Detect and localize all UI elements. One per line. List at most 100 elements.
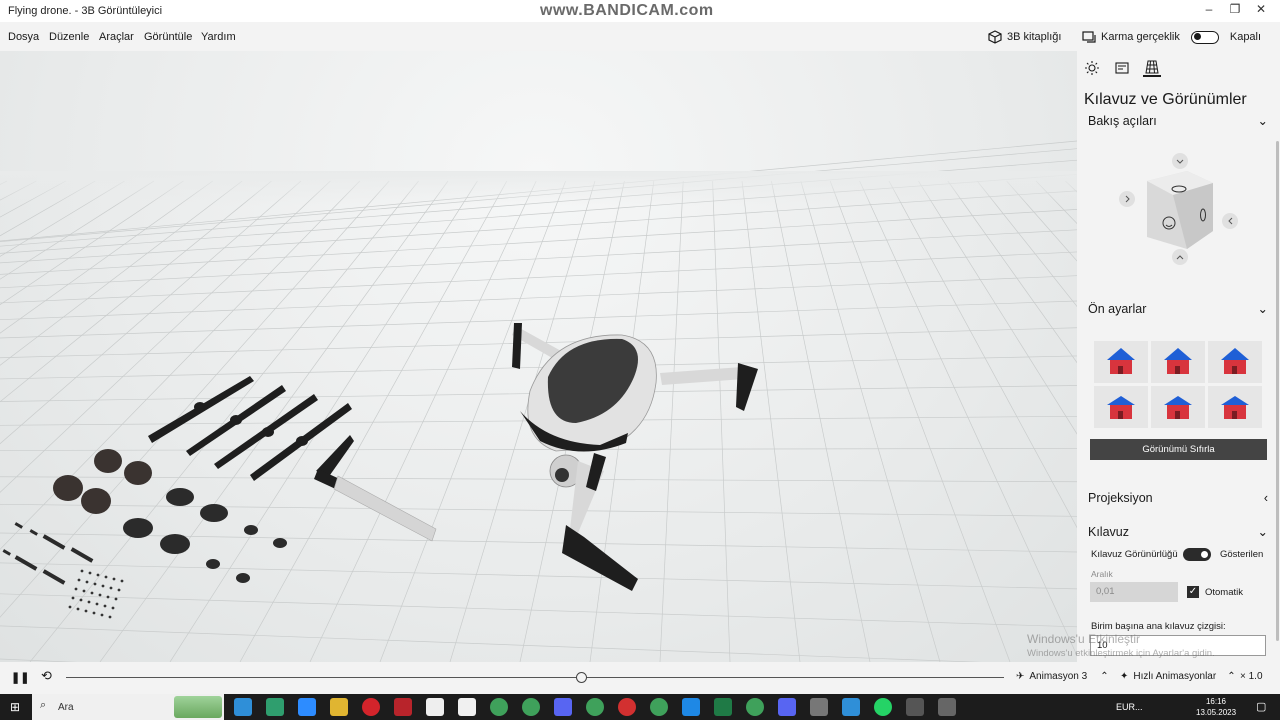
menu-file[interactable]: Dosya bbox=[8, 31, 39, 43]
screw-dot bbox=[71, 596, 75, 600]
panel-scrollbar[interactable] bbox=[1276, 141, 1279, 641]
chrome-icon[interactable] bbox=[746, 698, 764, 716]
preset-front[interactable] bbox=[1151, 341, 1205, 383]
3d-viewport[interactable] bbox=[0, 51, 1077, 662]
chrome-icon[interactable] bbox=[522, 698, 540, 716]
preset-top-left[interactable] bbox=[1094, 386, 1148, 428]
section-presets[interactable]: Ön ayarlar ⌄ bbox=[1088, 301, 1268, 317]
close-button[interactable]: ✕ bbox=[1238, 2, 1280, 20]
timeline-track[interactable] bbox=[66, 677, 1004, 678]
chevron-up-icon: ⌃ bbox=[1227, 671, 1236, 682]
library-button[interactable]: 3B kitaplığı bbox=[988, 27, 1061, 47]
cube-icon bbox=[988, 30, 1002, 44]
view-cube[interactable] bbox=[1117, 151, 1247, 271]
search-placeholder: Ara bbox=[58, 702, 74, 713]
screw-dot bbox=[93, 582, 97, 586]
spacing-input[interactable]: 0,01 bbox=[1090, 582, 1178, 602]
tab-grid-views[interactable] bbox=[1143, 59, 1161, 77]
opera-icon[interactable] bbox=[362, 698, 380, 716]
quick-animations-button[interactable]: ✦ Hızlı Animasyonlar ⌃ bbox=[1120, 671, 1236, 682]
grid-line bbox=[0, 625, 982, 662]
quick-animations-label: Hızlı Animasyonlar bbox=[1133, 671, 1217, 682]
timeline-thumb[interactable] bbox=[575, 672, 587, 683]
preset-top[interactable] bbox=[1151, 386, 1205, 428]
app-icon[interactable] bbox=[906, 698, 924, 716]
loop-icon[interactable]: ⟲ bbox=[41, 668, 52, 684]
excel-icon[interactable] bbox=[714, 698, 732, 716]
mixed-reality-toggle[interactable] bbox=[1190, 30, 1219, 44]
chrome-icon[interactable] bbox=[490, 698, 508, 716]
start-icon[interactable]: ⊞ bbox=[10, 700, 20, 714]
auto-checkbox[interactable]: ✓ bbox=[1187, 586, 1199, 598]
search-icon: ⌕ bbox=[40, 699, 47, 711]
animation-icon: ✈ bbox=[1016, 671, 1025, 682]
motor-group bbox=[53, 449, 152, 514]
file-icon[interactable] bbox=[426, 698, 444, 716]
menu-edit[interactable]: Düzenle bbox=[49, 31, 89, 43]
discord-icon[interactable] bbox=[554, 698, 572, 716]
tab-stats[interactable] bbox=[1113, 59, 1131, 77]
grid-visibility-state: Gösterilen bbox=[1220, 549, 1264, 560]
zoom-icon[interactable] bbox=[298, 698, 316, 716]
menu-view[interactable]: Görüntüle bbox=[144, 31, 192, 43]
pause-icon[interactable]: ❚❚ bbox=[11, 671, 29, 684]
preset-front-left[interactable] bbox=[1094, 341, 1148, 383]
chrome-icon[interactable] bbox=[650, 698, 668, 716]
notification-icon[interactable]: ▢ bbox=[1256, 700, 1266, 713]
scene-canvas bbox=[0, 140, 1077, 662]
edge-icon[interactable] bbox=[234, 698, 252, 716]
tab-lighting[interactable] bbox=[1083, 59, 1101, 77]
red-app-icon[interactable] bbox=[394, 698, 412, 716]
screw-dot bbox=[79, 598, 83, 602]
3d-viewer-icon[interactable] bbox=[938, 698, 956, 716]
view-cube-icon bbox=[1119, 153, 1238, 265]
taskbar-search[interactable]: ⌕ Ara bbox=[32, 694, 224, 720]
whatsapp-icon[interactable] bbox=[874, 698, 892, 716]
menu-help[interactable]: Yardım bbox=[201, 31, 236, 43]
section-projection-label: Projeksiyon bbox=[1088, 491, 1153, 505]
screw-dot bbox=[80, 569, 84, 573]
screw-dot bbox=[87, 600, 91, 604]
detached-arm bbox=[314, 435, 437, 542]
grid-line bbox=[0, 503, 1077, 517]
roblox-icon[interactable] bbox=[458, 698, 476, 716]
preset-grid bbox=[1094, 341, 1262, 428]
screw-dot bbox=[85, 580, 89, 584]
mixed-reality-state: Kapalı bbox=[1229, 31, 1262, 43]
screw-dot bbox=[95, 602, 99, 606]
reset-view-button[interactable]: Görünümü Sıfırla bbox=[1090, 439, 1267, 460]
menu-tools[interactable]: Araçlar bbox=[99, 31, 134, 43]
preset-right[interactable] bbox=[1208, 341, 1262, 383]
discord-icon[interactable] bbox=[778, 698, 796, 716]
chevron-down-icon: ⌄ bbox=[1257, 114, 1268, 128]
record-icon[interactable] bbox=[618, 698, 636, 716]
recording-watermark: www.BANDICAM.com bbox=[540, 2, 714, 19]
currency-widget[interactable]: EUR... bbox=[1116, 702, 1143, 712]
section-grid[interactable]: Kılavuz ⌄ bbox=[1088, 524, 1268, 540]
screw-dot bbox=[106, 595, 110, 599]
maps-icon[interactable] bbox=[330, 698, 348, 716]
store-icon[interactable] bbox=[266, 698, 284, 716]
screw-dot bbox=[117, 588, 121, 592]
screw-dot bbox=[101, 584, 105, 588]
stats-icon bbox=[1115, 62, 1129, 74]
mixed-reality-control[interactable]: Karma gerçeklik Kapalı bbox=[1082, 27, 1261, 47]
clock[interactable]: 16:16 13.05.2023 bbox=[1196, 696, 1236, 718]
game-icon[interactable] bbox=[810, 698, 828, 716]
clock-time: 16:16 bbox=[1205, 697, 1227, 706]
house-icon bbox=[1164, 396, 1192, 419]
section-projection[interactable]: Projeksiyon ‹ bbox=[1088, 491, 1268, 505]
auto-label: Otomatik bbox=[1205, 587, 1244, 598]
edge-icon[interactable] bbox=[842, 698, 860, 716]
activation-watermark: Windows'u Etkinleştir Windows'u etkinleş… bbox=[1027, 632, 1215, 659]
tiny-screw-grid bbox=[68, 569, 124, 619]
meet-icon[interactable] bbox=[682, 698, 700, 716]
section-view-angles[interactable]: Bakış açıları ⌄ bbox=[1088, 113, 1268, 129]
animation-selector[interactable]: ✈ Animasyon 3 ⌃ bbox=[1016, 671, 1109, 682]
grid-visibility-toggle[interactable] bbox=[1183, 548, 1211, 561]
preset-top-right[interactable] bbox=[1208, 386, 1262, 428]
panel-tabs bbox=[1083, 59, 1161, 77]
speed-label[interactable]: × 1.0 bbox=[1240, 671, 1263, 682]
chrome-icon[interactable] bbox=[586, 698, 604, 716]
screw-dot bbox=[82, 589, 86, 593]
